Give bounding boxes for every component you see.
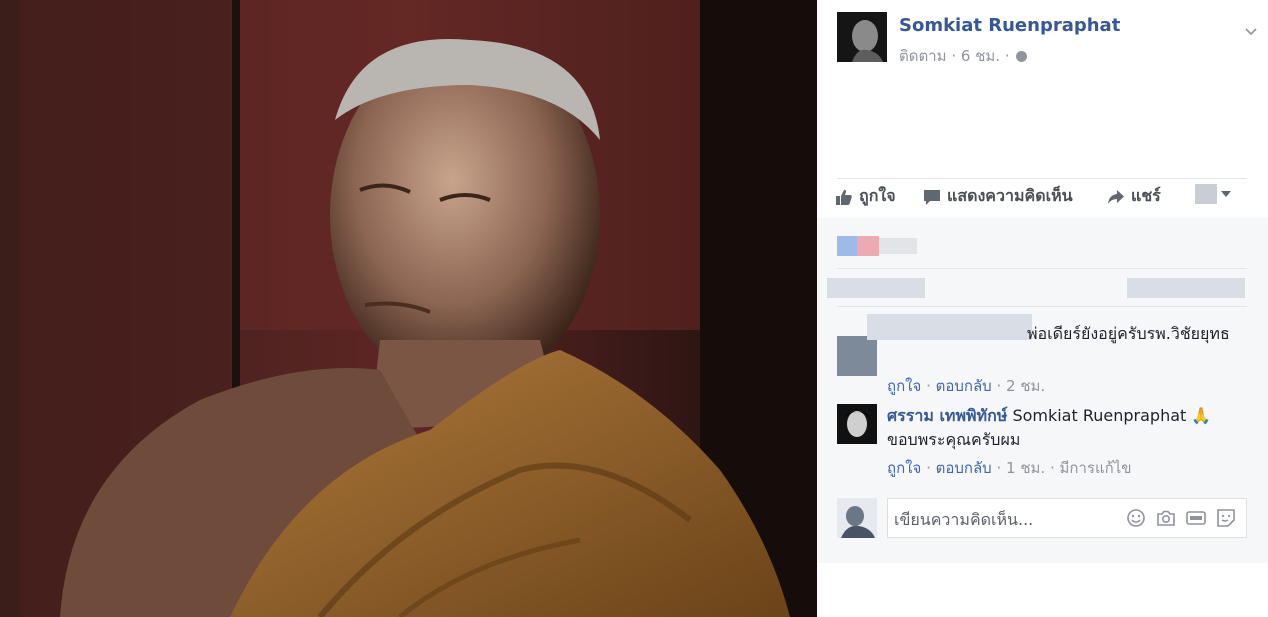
post-header: Somkiat Ruenpraphat ติดตาม · 6 ชม. · [837,12,1257,65]
like-button[interactable]: ถูกใจ [835,184,896,209]
share-arrow-icon [1108,189,1124,204]
like-label: ถูกใจ [859,186,896,205]
comment-composer [837,496,1247,538]
reaction-icon [837,236,859,256]
camera-icon[interactable] [1156,508,1176,528]
emoji-icon[interactable] [1126,508,1146,528]
comment-item: พ่อเดียร์ยังอยู่ครับรพ.วิชัยยุทธ ถูกใจ ·… [837,314,1247,395]
feedback-section: พ่อเดียร์ยังอยู่ครับรพ.วิชัยยุทธ ถูกใจ ·… [817,218,1268,563]
chevron-down-icon [1221,191,1231,197]
my-avatar [837,498,877,538]
comment-body: พ่อเดียร์ยังอยู่ครับรพ.วิชัยยุทธ [887,322,1242,346]
reaction-count-blurred [879,238,917,254]
reaction-icon [857,236,879,256]
composer-icons [1126,508,1236,528]
comment-time[interactable]: 2 ชม. [1006,377,1045,395]
profile-thumbnail [1195,184,1217,204]
comment-text: พ่อเดียร์ยังอยู่ครับรพ.วิชัยยุทธ [1027,324,1230,343]
comment-input[interactable] [894,507,1114,531]
view-previous-comments-blurred[interactable] [827,278,925,298]
post-photo[interactable] [0,0,817,617]
comment-like-link[interactable]: ถูกใจ [887,377,921,395]
commenter-avatar-blurred[interactable] [837,336,877,376]
thumbs-up-icon [836,189,852,205]
meta-separator: · [1004,47,1010,65]
commenter-name[interactable]: ศรราม เทพพิทักษ์ [887,406,1007,425]
gif-icon[interactable] [1186,508,1206,528]
post-meta: ติดตาม · 6 ชม. · [899,44,1028,68]
photo-viewer: Somkiat Ruenpraphat ติดตาม · 6 ชม. · ถูก… [0,0,1268,617]
comment-button[interactable]: แสดงความคิดเห็น [923,184,1073,209]
commenter-avatar[interactable] [837,404,877,444]
divider [837,268,1247,269]
comment-reply-link[interactable]: ตอบกลับ [936,459,992,477]
comment-box[interactable] [887,498,1247,538]
post-actions-bar: ถูกใจ แสดงความคิดเห็น แชร์ [835,184,1250,212]
author-avatar-image [837,12,887,62]
author-name[interactable]: Somkiat Ruenpraphat [899,15,1120,36]
comment-edited-label[interactable]: มีการแก้ไข [1060,459,1132,477]
monk-portrait-image [0,0,817,617]
globe-icon [1016,51,1028,62]
follow-link[interactable]: ติดตาม [899,47,947,65]
comment-body: ศรราม เทพพิทักษ์ Somkiat Ruenpraphat 🙏 ข… [887,404,1242,452]
share-button[interactable]: แชร์ [1107,184,1161,209]
comment-item: ศรราม เทพพิทักษ์ Somkiat Ruenpraphat 🙏 ข… [837,404,1247,477]
post-side-panel: Somkiat Ruenpraphat ติดตาม · 6 ชม. · ถูก… [817,0,1268,617]
comment-count-blurred [1127,278,1245,298]
audience-selector[interactable] [1195,184,1231,204]
comment-label: แสดงความคิดเห็น [947,186,1073,205]
share-label: แชร์ [1131,186,1161,205]
divider [837,306,1247,307]
chevron-down-icon[interactable] [1245,26,1257,38]
author-avatar[interactable] [837,12,887,62]
comment-time[interactable]: 1 ชม. [1006,459,1045,477]
my-avatar-image [837,498,877,538]
sticker-icon[interactable] [1216,508,1236,528]
comment-meta: ถูกใจ · ตอบกลับ · 1 ชม. · มีการแก้ไข [887,459,1132,477]
commenter-avatar-image [837,404,877,444]
post-time[interactable]: 6 ชม. [961,47,1000,65]
comment-meta: ถูกใจ · ตอบกลับ · 2 ชม. [887,377,1046,395]
divider [837,178,1247,179]
reaction-summary[interactable] [837,236,917,256]
meta-separator: · [951,47,957,65]
speech-bubble-icon [924,189,940,205]
comment-like-link[interactable]: ถูกใจ [887,459,921,477]
comment-reply-link[interactable]: ตอบกลับ [936,377,992,395]
